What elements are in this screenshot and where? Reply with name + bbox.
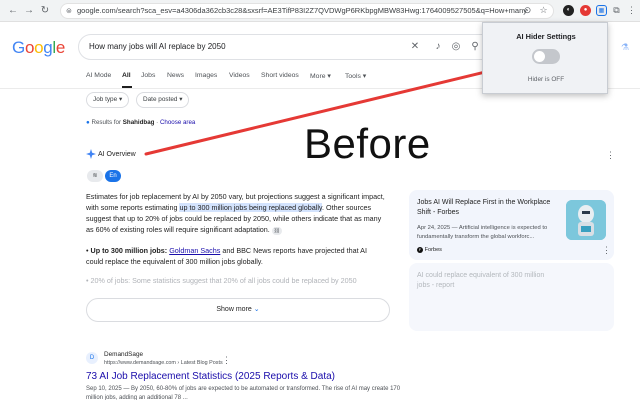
toggle-knob <box>534 51 545 62</box>
screenshot-root: ← → ↻ ⊜ google.com/search?sca_esv=a4306d… <box>0 0 640 400</box>
hider-status: Hider is OFF <box>527 76 565 83</box>
ai-hider-popup: AI Hider Settings Hider is OFF <box>482 22 608 94</box>
hider-toggle[interactable] <box>532 49 560 64</box>
popup-title: AI Hider Settings <box>516 32 576 41</box>
